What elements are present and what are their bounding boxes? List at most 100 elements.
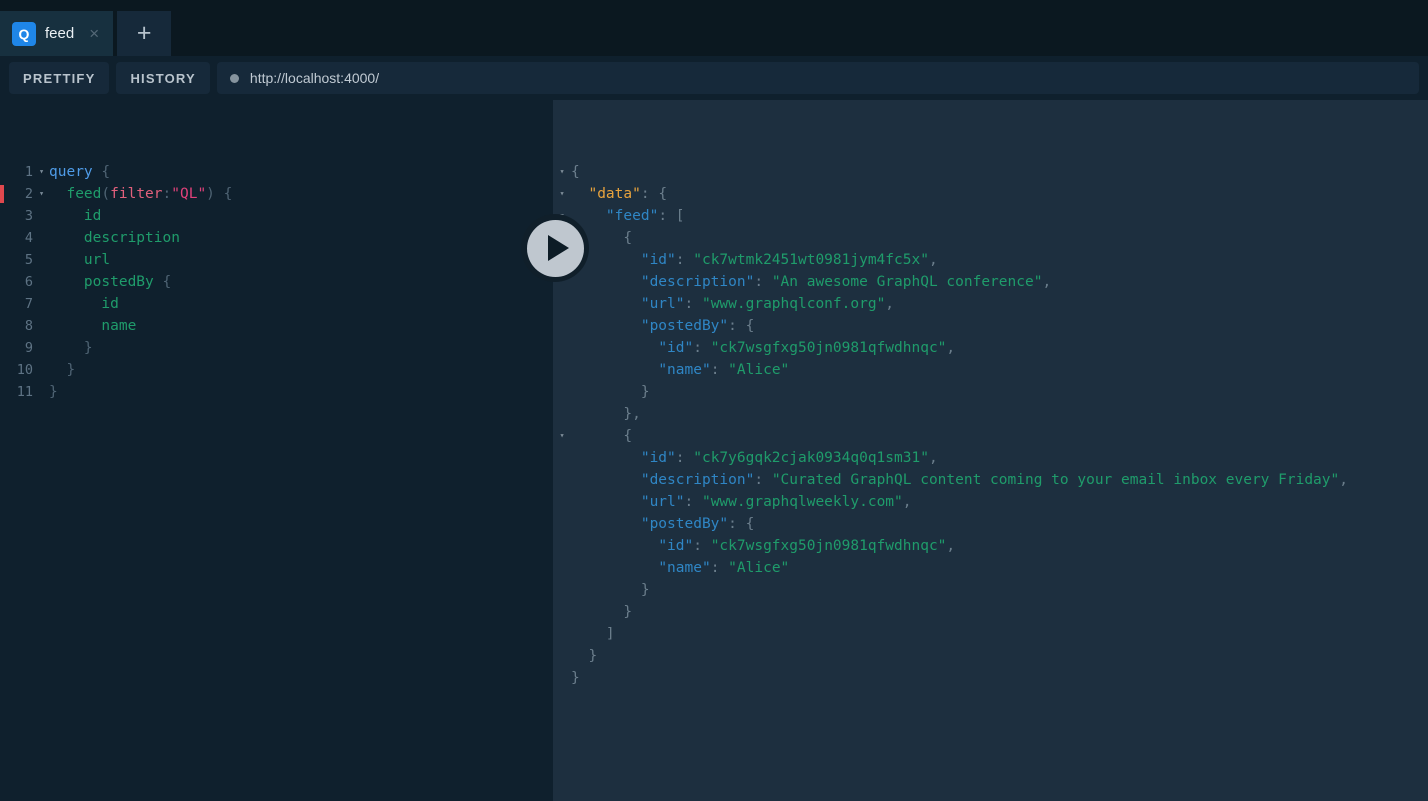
graphql-playground: Q feed × + PRETTIFY HISTORY http://local… xyxy=(0,0,1428,801)
fold-toggle-icon[interactable]: ▾ xyxy=(553,425,571,447)
cursor-marker xyxy=(0,185,4,203)
code-token: "Alice" xyxy=(728,560,790,576)
response-line-text: ] xyxy=(571,623,1428,645)
code-token: : xyxy=(684,494,702,510)
code-token: : { xyxy=(728,318,755,334)
response-line: "url": "www.graphqlconf.org", xyxy=(553,293,1428,315)
response-line: "id": "ck7y6gqk2cjak0934q0q1sm31", xyxy=(553,447,1428,469)
execute-button-ring[interactable] xyxy=(521,214,589,282)
code-token: : { xyxy=(640,186,668,202)
editor-line-text: } xyxy=(49,359,553,381)
code-token: , xyxy=(885,296,895,312)
code-token: "id" xyxy=(640,252,676,268)
editor-line: 3 id xyxy=(0,205,553,227)
code-token: "ck7wsgfxg50jn0981qfwdhnqc" xyxy=(710,340,947,356)
code-token: "url" xyxy=(640,296,685,312)
response-viewer[interactable]: ▾{▾ "data": {▾ "feed": [▾ { "id": "ck7wt… xyxy=(553,100,1428,801)
code-token: "An awesome GraphQL conference" xyxy=(771,274,1043,290)
history-button[interactable]: HISTORY xyxy=(116,62,210,94)
code-token: } xyxy=(571,670,580,686)
code-token: : xyxy=(754,274,772,290)
code-token: { xyxy=(571,164,580,180)
code-token: : xyxy=(710,362,729,378)
editor-line: 6 postedBy { xyxy=(0,271,553,293)
code-token: : xyxy=(684,296,702,312)
query-editor[interactable]: 1 ▾ query {2 ▾ feed(filter:"QL") {3 id 4 des… xyxy=(0,100,553,801)
code-token: "id" xyxy=(658,538,694,554)
code-token: { xyxy=(214,186,233,202)
fold-toggle-icon[interactable]: ▾ xyxy=(34,183,49,205)
status-dot-icon xyxy=(229,73,239,83)
response-line: } xyxy=(553,601,1428,623)
code-token: id xyxy=(83,208,102,224)
tab-bar: Q feed × + xyxy=(0,0,1428,56)
line-number: 4 xyxy=(24,230,33,246)
code-token: : xyxy=(675,450,694,466)
code-token: "QL" xyxy=(171,186,207,202)
response-line: "id": "ck7wtmk2451wt0981jym4fc5x", xyxy=(553,249,1428,271)
code-token: , xyxy=(946,538,956,554)
response-line-text: } xyxy=(571,667,1428,689)
code-token: ) xyxy=(206,186,215,202)
code-token: "postedBy" xyxy=(640,318,729,334)
code-token: "description" xyxy=(640,274,755,290)
code-token: } xyxy=(49,362,76,378)
code-token: } xyxy=(571,648,598,664)
response-line-text: "id": "ck7wtmk2451wt0981jym4fc5x", xyxy=(571,249,1428,271)
editor-line-text: } xyxy=(49,337,553,359)
editor-line: 8 name xyxy=(0,315,553,337)
line-number: 3 xyxy=(24,208,33,224)
line-number: 1 xyxy=(24,164,33,180)
response-line-text: "postedBy": { xyxy=(571,315,1428,337)
fold-toggle-icon[interactable]: ▾ xyxy=(553,161,571,183)
response-line-text: "url": "www.graphqlweekly.com", xyxy=(571,491,1428,513)
code-token: filter xyxy=(110,186,163,202)
response-line-text: }, xyxy=(571,403,1428,425)
code-token: url xyxy=(83,252,111,268)
editor-line-text: id xyxy=(49,205,553,227)
code-token: "feed" xyxy=(605,208,659,224)
line-number: 6 xyxy=(24,274,33,290)
editor-line-text: name xyxy=(49,315,553,337)
prettify-button[interactable]: PRETTIFY xyxy=(9,62,110,94)
code-token: "id" xyxy=(640,450,676,466)
endpoint-url-value: http://localhost:4000/ xyxy=(249,70,380,86)
code-token: "url" xyxy=(640,494,685,510)
code-token: "Curated GraphQL content coming to your … xyxy=(771,472,1340,488)
query-editor-lines: 1 ▾ query {2 ▾ feed(filter:"QL") {3 id 4 des… xyxy=(0,161,553,403)
response-line: ▾ "data": { xyxy=(553,183,1428,205)
response-line-text: "id": "ck7wsgfxg50jn0981qfwdhnqc", xyxy=(571,535,1428,557)
response-line: }, xyxy=(553,403,1428,425)
code-token: } xyxy=(571,384,650,400)
response-line-text: "postedBy": { xyxy=(571,513,1428,535)
query-badge-icon: Q xyxy=(12,21,36,46)
response-line-text: "name": "Alice" xyxy=(571,359,1428,381)
code-token: description xyxy=(83,230,180,246)
add-tab-button[interactable]: + xyxy=(117,11,172,56)
response-line-text: } xyxy=(571,645,1428,667)
code-token: : xyxy=(693,340,711,356)
response-line: ▾ { xyxy=(553,425,1428,447)
fold-toggle-icon[interactable]: ▾ xyxy=(34,161,49,183)
fold-toggle-icon[interactable]: ▾ xyxy=(553,183,571,205)
endpoint-url-input[interactable]: http://localhost:4000/ xyxy=(216,62,1419,94)
code-token: : xyxy=(710,560,729,576)
response-line: "id": "ck7wsgfxg50jn0981qfwdhnqc", xyxy=(553,337,1428,359)
code-token: : [ xyxy=(658,208,685,224)
close-icon[interactable]: × xyxy=(87,25,101,42)
line-number: 5 xyxy=(24,252,33,268)
response-line: } xyxy=(553,579,1428,601)
response-line: "id": "ck7wsgfxg50jn0981qfwdhnqc", xyxy=(553,535,1428,557)
code-token: "name" xyxy=(658,362,711,378)
code-token: "postedBy" xyxy=(640,516,729,532)
code-token: , xyxy=(1339,472,1348,488)
tab-feed[interactable]: Q feed × xyxy=(0,11,114,56)
execute-query-button[interactable] xyxy=(521,214,589,282)
